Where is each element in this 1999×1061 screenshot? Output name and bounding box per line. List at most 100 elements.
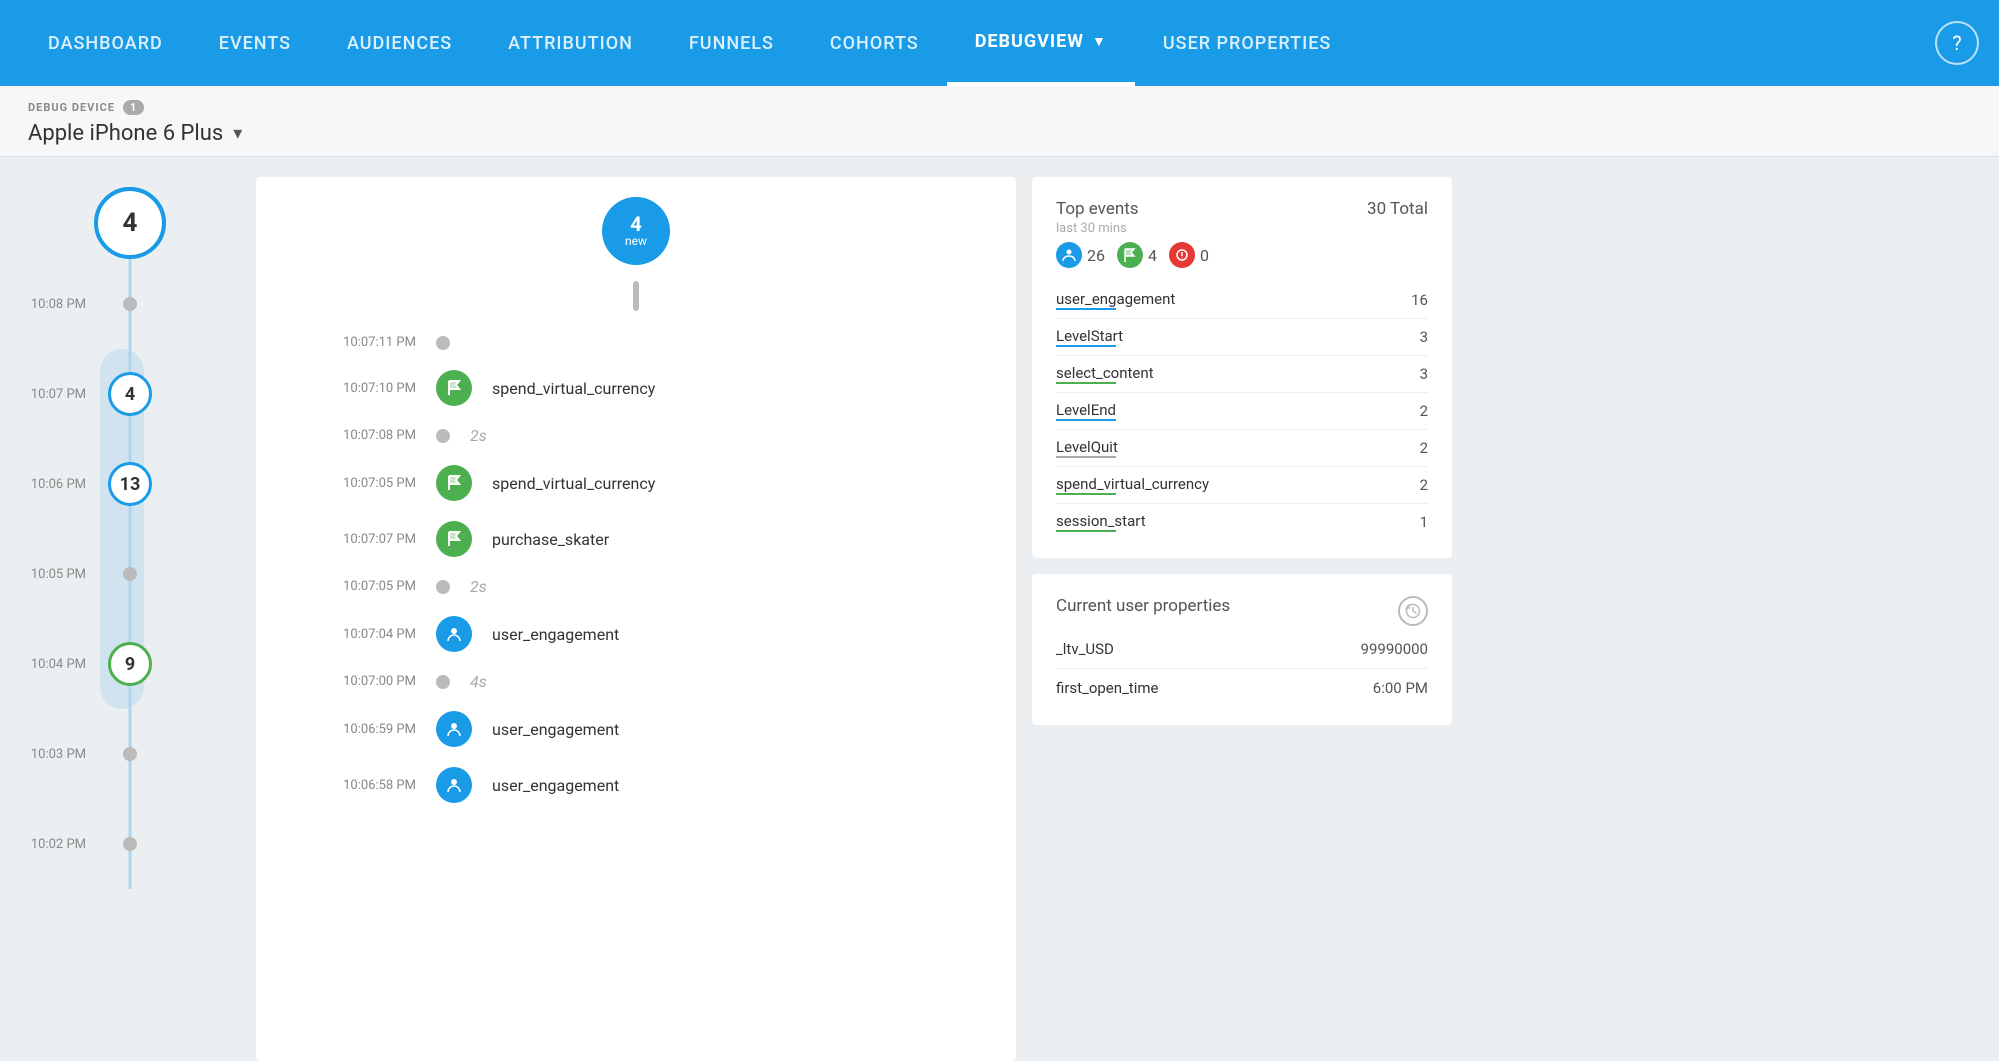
event-icon-person-blue2 bbox=[436, 711, 472, 747]
debug-device-label: DEBUG DEVICE 1 bbox=[28, 100, 1971, 115]
top-events-title: Top events bbox=[1056, 199, 1209, 219]
event-row-gap: 10:07:00 PM 4s bbox=[256, 662, 1016, 701]
nav-events[interactable]: EVENTS bbox=[191, 0, 319, 86]
event-list-name: spend_virtual_currency bbox=[1056, 475, 1209, 495]
user-properties-list: _ltv_USD 99990000 first_open_time 6:00 P… bbox=[1056, 630, 1428, 707]
new-count: 4 bbox=[630, 213, 641, 235]
event-list-name: user_engagement bbox=[1056, 290, 1175, 310]
event-row-gap: 10:07:08 PM 2s bbox=[256, 416, 1016, 455]
top-events-subtitle: last 30 mins bbox=[1056, 221, 1209, 236]
event-list-row[interactable]: select_content 3 bbox=[1056, 356, 1428, 393]
debugview-dropdown-arrow: ▼ bbox=[1092, 33, 1107, 50]
event-icon-flag-green3 bbox=[436, 521, 472, 557]
timeline-row: 10:08 PM bbox=[20, 259, 240, 349]
prop-value-first-open: 6:00 PM bbox=[1373, 679, 1428, 697]
nav-debugview[interactable]: DEBUGVIEW ▼ bbox=[947, 0, 1135, 86]
event-list-count: 2 bbox=[1420, 402, 1428, 420]
device-dropdown-arrow: ▾ bbox=[233, 123, 242, 144]
device-name: Apple iPhone 6 Plus bbox=[28, 121, 223, 146]
main-content: 4 10:08 PM 10:07 PM 4 bbox=[0, 157, 1999, 1061]
event-name: user_engagement bbox=[492, 720, 986, 739]
event-name: user_engagement bbox=[492, 625, 986, 644]
help-button[interactable]: ? bbox=[1935, 21, 1979, 65]
timeline-circle-1007[interactable]: 4 bbox=[108, 372, 152, 416]
timeline-dot-1005[interactable] bbox=[123, 567, 137, 581]
event-list-count: 16 bbox=[1411, 291, 1428, 309]
event-list-row[interactable]: session_start 1 bbox=[1056, 504, 1428, 540]
event-list-row[interactable]: LevelStart 3 bbox=[1056, 319, 1428, 356]
badge-blue-count: 26 bbox=[1087, 246, 1105, 265]
timeline-time-1005: 10:05 PM bbox=[20, 567, 100, 582]
prop-row-ltv: _ltv_USD 99990000 bbox=[1056, 630, 1428, 669]
prop-key-first-open: first_open_time bbox=[1056, 679, 1158, 697]
timeline-row: 10:04 PM 9 bbox=[20, 619, 240, 709]
nav-attribution[interactable]: ATTRIBUTION bbox=[480, 0, 661, 86]
prop-row-first-open: first_open_time 6:00 PM bbox=[1056, 669, 1428, 707]
event-row[interactable]: 10:07:10 PM spend_virtual_currency bbox=[256, 360, 1016, 416]
timeline-circle-1004[interactable]: 9 bbox=[108, 642, 152, 686]
event-list-name: session_start bbox=[1056, 512, 1146, 532]
event-list-row[interactable]: user_engagement 16 bbox=[1056, 282, 1428, 319]
events-panel: 4 new 10:07:11 PM 10:07:10 PM spe bbox=[256, 177, 1016, 1061]
timeline-line-container: 10:08 PM 10:07 PM 4 10:06 PM bbox=[20, 259, 240, 1061]
timeline-time-1002: 10:02 PM bbox=[20, 837, 100, 852]
event-icon-gap bbox=[436, 429, 450, 443]
event-row-gap: 10:07:05 PM 2s bbox=[256, 567, 1016, 606]
timeline-circle-1006[interactable]: 13 bbox=[108, 462, 152, 506]
user-properties-title: Current user properties bbox=[1056, 596, 1230, 616]
event-list-row[interactable]: spend_virtual_currency 2 bbox=[1056, 467, 1428, 504]
event-icon-flag-green bbox=[436, 370, 472, 406]
timeline-row: 10:02 PM bbox=[20, 799, 240, 889]
timeline-time-1008: 10:08 PM bbox=[20, 297, 100, 312]
event-list-count: 1 bbox=[1420, 513, 1428, 531]
event-list-count: 2 bbox=[1420, 439, 1428, 457]
debug-badge: 1 bbox=[123, 100, 144, 115]
history-button[interactable] bbox=[1398, 596, 1428, 626]
event-icon-gap3 bbox=[436, 675, 450, 689]
top-events-card: Top events last 30 mins 26 bbox=[1032, 177, 1452, 558]
event-list: user_engagement 16 LevelStart 3 select_c… bbox=[1056, 282, 1428, 540]
event-icon-gap2 bbox=[436, 580, 450, 594]
timeline-time-1007: 10:07 PM bbox=[20, 387, 100, 402]
event-gap-label: 2s bbox=[470, 577, 986, 596]
timeline-row: 10:06 PM 13 bbox=[20, 439, 240, 529]
events-inner: 4 new 10:07:11 PM 10:07:10 PM spe bbox=[256, 177, 1016, 1061]
nav-funnels[interactable]: FUNNELS bbox=[661, 0, 802, 86]
new-events-bubble: 4 new bbox=[602, 197, 670, 265]
event-list-name: LevelStart bbox=[1056, 327, 1123, 347]
event-row[interactable]: 10:06:58 PM user_engagement bbox=[256, 757, 1016, 813]
event-row[interactable]: 10:07:05 PM spend_virtual_currency bbox=[256, 455, 1016, 511]
subheader: DEBUG DEVICE 1 Apple iPhone 6 Plus ▾ bbox=[0, 86, 1999, 157]
top-events-total: 30 Total bbox=[1367, 199, 1428, 219]
event-list-row[interactable]: LevelEnd 2 bbox=[1056, 393, 1428, 430]
timeline-time-1003: 10:03 PM bbox=[20, 747, 100, 762]
timeline-dot-1003[interactable] bbox=[123, 747, 137, 761]
event-icon-flag-green2 bbox=[436, 465, 472, 501]
event-row[interactable]: 10:07:04 PM user_engagement bbox=[256, 606, 1016, 662]
badge-green-count: 4 bbox=[1148, 246, 1157, 265]
event-list-row[interactable]: LevelQuit 2 bbox=[1056, 430, 1428, 467]
event-row[interactable]: 10:07:07 PM purchase_skater bbox=[256, 511, 1016, 567]
timeline-time-1006: 10:06 PM bbox=[20, 477, 100, 492]
nav-audiences[interactable]: AUDIENCES bbox=[319, 0, 480, 86]
event-icon-gray bbox=[436, 336, 450, 350]
device-selector[interactable]: Apple iPhone 6 Plus ▾ bbox=[28, 121, 1971, 146]
event-row[interactable]: 10:06:59 PM user_engagement bbox=[256, 701, 1016, 757]
event-list-count: 3 bbox=[1420, 365, 1428, 383]
event-list-name: select_content bbox=[1056, 364, 1154, 384]
timeline-time-1004: 10:04 PM bbox=[20, 657, 100, 672]
event-icon-person-blue bbox=[436, 616, 472, 652]
event-list-count: 2 bbox=[1420, 476, 1428, 494]
nav-dashboard[interactable]: DASHBOARD bbox=[20, 0, 191, 86]
event-list-name: LevelQuit bbox=[1056, 438, 1118, 458]
timeline-row: 10:07 PM 4 bbox=[20, 349, 240, 439]
timeline-dot-1008[interactable] bbox=[123, 297, 137, 311]
event-row: 10:07:11 PM bbox=[256, 325, 1016, 360]
event-list-name: LevelEnd bbox=[1056, 401, 1116, 421]
event-name: spend_virtual_currency bbox=[492, 379, 986, 398]
timeline-dot-1002[interactable] bbox=[123, 837, 137, 851]
right-panel: Top events last 30 mins 26 bbox=[1032, 177, 1452, 1061]
nav-cohorts[interactable]: COHORTS bbox=[802, 0, 947, 86]
event-list-count: 3 bbox=[1420, 328, 1428, 346]
nav-user-properties[interactable]: USER PROPERTIES bbox=[1135, 0, 1359, 86]
